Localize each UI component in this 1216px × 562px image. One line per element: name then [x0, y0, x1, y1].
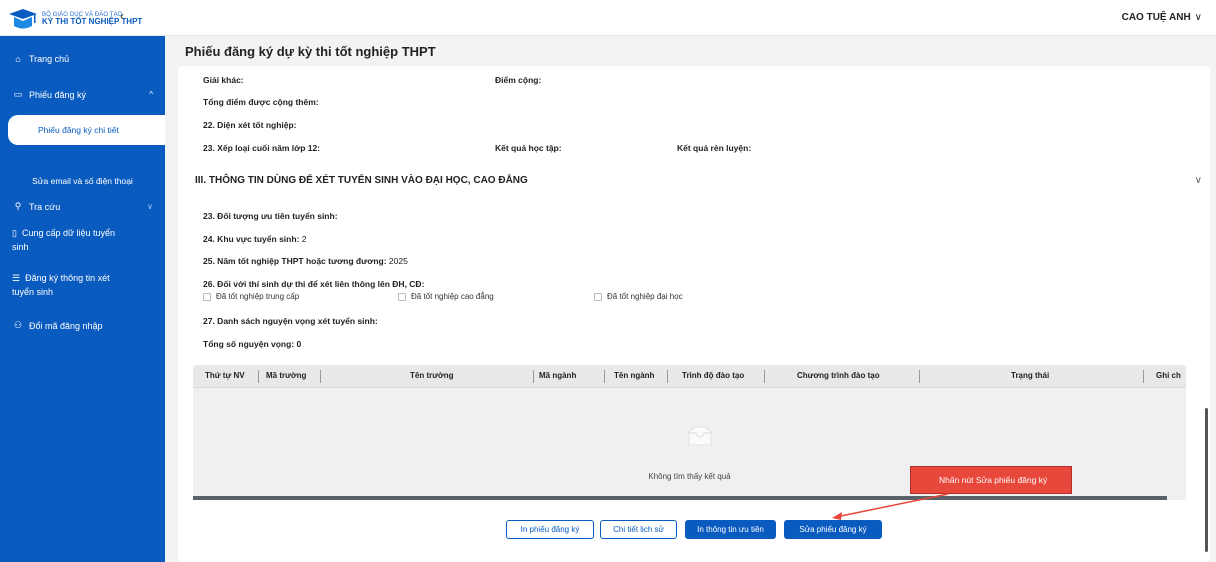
chevron-up-icon: ^ — [149, 90, 153, 99]
annotation-callout: Nhấn nút Sửa phiếu đăng ký — [910, 466, 1072, 494]
area-row: 24. Khu vực tuyển sinh: 2 — [203, 234, 307, 244]
search-icon: ⚲ — [14, 201, 22, 211]
chevron-down-icon[interactable]: ∨ — [1195, 175, 1202, 186]
user-icon: ⚇ — [13, 320, 23, 330]
area-value: 2 — [301, 234, 307, 244]
year-row: 25. Năm tốt nghiệp THPT hoặc tương đương… — [203, 256, 408, 266]
empty-inbox-icon — [685, 425, 715, 447]
column-header[interactable]: Trạng thái — [1011, 371, 1049, 380]
list-icon: ☰ — [12, 273, 21, 283]
graduation-type-label: 22. Diện xét tốt nghiệp: — [203, 120, 297, 130]
column-header[interactable]: Ghi ch — [1156, 371, 1181, 380]
priority-label: 23. Đối tượng ưu tiên tuyển sinh: — [203, 211, 338, 221]
sidebar-item-home[interactable]: ⌂ Trang chủ — [0, 54, 165, 64]
section-3-title: III. THÔNG TIN DÙNG ĐỂ XÉT TUYỂN SINH VÀ… — [195, 175, 528, 186]
sidebar-item-lookup[interactable]: ⚲ Tra cứu ∨ — [0, 201, 165, 212]
academic-result-label: Kết quả học tập: — [495, 143, 562, 153]
sidebar-item-label: Trang chủ — [29, 54, 70, 64]
print-form-button[interactable]: In phiếu đăng ký — [506, 520, 594, 539]
sidebar-item-label-cont: tuyển sinh — [12, 287, 54, 297]
history-button[interactable]: Chi tiết lịch sử — [600, 520, 677, 539]
checkbox-college[interactable]: Đã tốt nghiệp cao đẳng — [398, 292, 494, 301]
column-header[interactable]: Trình độ đào tạo — [682, 371, 744, 380]
checkbox-label: Đã tốt nghiệp trung cấp — [216, 292, 300, 301]
checkbox-icon — [594, 292, 602, 301]
grade12-label: 23. Xếp loại cuối năm lớp 12: — [203, 143, 321, 153]
home-icon: ⌂ — [15, 54, 21, 64]
sidebar-item-label: Cung cấp dữ liệu tuyển — [21, 228, 116, 238]
vertical-scrollbar[interactable] — [1205, 408, 1208, 552]
sidebar-item-edit-contact[interactable]: Sửa email và số điện thoại — [0, 176, 165, 186]
sidebar-item-registration-detail[interactable]: Phiếu đăng ký chi tiết — [8, 115, 165, 145]
sidebar-item-label-cont: sinh — [12, 242, 29, 252]
column-header[interactable]: Tên ngành — [614, 371, 654, 380]
checkbox-intermediate[interactable]: Đã tốt nghiệp trung cấp — [203, 292, 299, 301]
bonus-label: Điểm cộng: — [495, 75, 542, 85]
column-header[interactable]: Mã trường — [266, 371, 306, 380]
checkbox-label: Đã tốt nghiệp cao đẳng — [411, 292, 494, 301]
graduation-cap-icon — [8, 6, 38, 32]
sidebar-item-label: Đổi mã đăng nhập — [29, 320, 103, 331]
sidebar-item-label: Tra cứu — [29, 201, 61, 212]
user-name: CAO TUỆ ANH — [1121, 12, 1191, 23]
checkbox-icon — [398, 292, 406, 301]
total-bonus-label: Tổng điểm được cộng thêm: — [203, 97, 319, 107]
edit-form-button[interactable]: Sửa phiếu đăng ký — [784, 520, 882, 539]
year-value: 2025 — [388, 256, 408, 266]
chevron-down-icon: ∨ — [147, 202, 153, 211]
folder-icon: ▭ — [13, 89, 23, 99]
document-icon: ▯ — [12, 228, 17, 238]
transfer-label: 26. Đối với thí sinh dự thi để xét liên … — [203, 279, 425, 289]
collapse-sidebar-icon[interactable]: ‹ — [120, 9, 124, 23]
horizontal-scrollbar[interactable] — [193, 496, 1167, 500]
user-menu[interactable]: CAO TUỆ ANH ∨ — [1122, 12, 1202, 23]
column-header[interactable]: Chương trình đào tạo — [797, 371, 880, 380]
checkbox-university[interactable]: Đã tốt nghiệp đại học — [594, 292, 683, 301]
column-header[interactable]: Mã ngành — [539, 371, 576, 380]
column-header[interactable]: Thứ tự NV — [205, 371, 245, 380]
print-priority-button[interactable]: In thông tin ưu tiên — [685, 520, 776, 539]
conduct-result-label: Kết quả rèn luyện: — [677, 143, 752, 153]
chevron-down-icon: ∨ — [1194, 12, 1202, 23]
app-name: KỲ THI TỐT NGHIỆP THPT — [42, 16, 143, 26]
page-title: Phiếu đăng ký dự kỳ thi tốt nghiệp THPT — [185, 44, 436, 59]
sidebar-item-label: Đăng ký thông tin xét — [25, 273, 110, 283]
wishes-label: 27. Danh sách nguyện vọng xét tuyển sinh… — [203, 316, 378, 326]
total-wishes: Tổng số nguyện vọng: 0 — [203, 339, 302, 349]
sidebar-item-provide-data[interactable]: ▯ Cung cấp dữ liệu tuyển sinh — [0, 228, 165, 252]
top-header: BỘ GIÁO DỤC VÀ ĐÀO TẠO KỲ THI TỐT NGHIỆP… — [0, 0, 1216, 36]
sidebar-item-label: Phiếu đăng ký — [29, 89, 87, 100]
sidebar-item-registration[interactable]: ▭ Phiếu đăng ký ^ — [0, 89, 165, 100]
column-header[interactable]: Tên trường — [410, 371, 453, 380]
checkbox-icon — [203, 292, 211, 301]
checkbox-label: Đã tốt nghiệp đại học — [607, 292, 683, 301]
other-award-label: Giải khác: — [203, 75, 244, 85]
sidebar-item-change-code[interactable]: ⚇ Đổi mã đăng nhập — [0, 320, 165, 331]
sidebar-item-register-info[interactable]: ☰ Đăng ký thông tin xét tuyển sinh — [0, 273, 165, 297]
table-header: Thứ tự NV Mã trường Tên trường Mã ngành … — [193, 365, 1186, 388]
